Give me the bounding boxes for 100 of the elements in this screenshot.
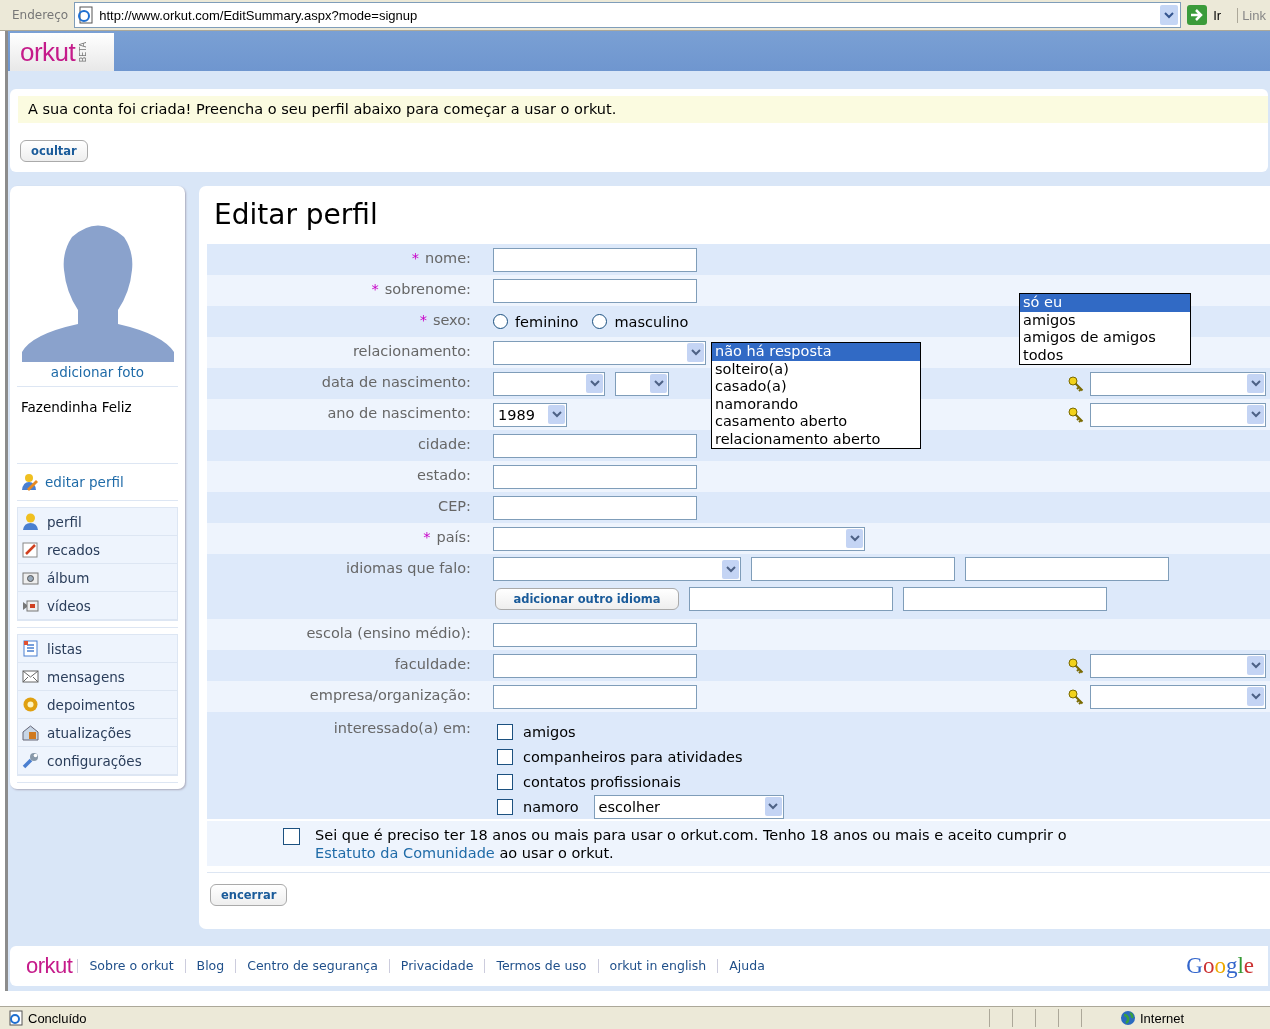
text-field[interactable] [493,622,697,647]
footer-link[interactable]: Sobre o orkut [77,959,185,973]
orkut-logo[interactable]: orkut [26,953,73,979]
checkbox-option[interactable]: namoro [497,798,579,815]
community-rules-link[interactable]: Estatuto da Comunidade [315,845,495,861]
listbox-option[interactable]: relacionamento aberto [712,430,920,448]
key-icon [1068,375,1084,392]
dropdown[interactable] [493,371,605,396]
address-field[interactable]: http://www.orkut.com/EditSummary.aspx?mode=signup [74,2,1182,28]
language-dropdown[interactable] [493,557,741,581]
beta-label: BETA [79,41,89,63]
key-icon [1068,657,1084,674]
privacy-dropdown[interactable] [1090,653,1266,678]
text-field[interactable] [493,653,697,678]
radio-option[interactable]: feminino [493,313,579,330]
url-text: http://www.orkut.com/EditSummary.aspx?mode=signup [99,7,419,23]
edit-profile-link[interactable]: editar perfil [17,470,178,494]
envelope-icon [22,668,39,685]
footer-link[interactable]: orkut in english [597,959,718,973]
text-field[interactable] [751,557,955,581]
agreement-checkbox[interactable] [283,828,300,845]
key-icon [1068,406,1084,423]
sidebar-item[interactable]: listas [18,635,177,663]
dropdown[interactable]: escolher [593,794,784,819]
notice-message: A sua conta foi criada! Preencha o seu perfil abaixo para começar a usar o orkut. [18,96,1268,123]
listbox-option[interactable]: casado(a) [712,378,920,396]
chevron-down-icon[interactable] [1160,5,1179,25]
sidebar-item[interactable]: recados [18,536,177,564]
field-label: data de nascimento: [320,373,472,392]
user-name: Fazendinha Feliz [20,398,133,417]
orkut-logo: orkut [20,36,76,68]
text-field[interactable] [493,278,697,303]
video-camera-icon [22,597,39,614]
chevron-down-icon [1250,662,1261,669]
add-language-button[interactable]: adicionar outro idioma [495,588,679,610]
listbox-option[interactable]: todos [1020,346,1190,364]
wrench-icon [22,752,39,769]
chevron-down-icon [551,411,562,418]
field-label: idiomas que falo: [345,559,472,578]
sidebar-item[interactable]: depoimentos [18,691,177,719]
radio-option[interactable]: masculino [592,313,689,330]
dropdown[interactable] [493,340,706,365]
listbox-option[interactable]: solteiro(a) [712,360,920,378]
camera-icon [22,569,39,586]
text-field[interactable] [493,495,697,520]
notepad-icon [22,541,39,558]
sidebar-item[interactable]: álbum [18,564,177,592]
logo-tab[interactable]: orkut BETA [10,33,114,71]
relationship-listbox[interactable]: não há resposta solteiro(a) casado(a) namorando casamento aberto relacionamento aberto [711,342,921,449]
text-field[interactable] [965,557,1169,581]
text-field[interactable] [903,587,1107,611]
text-field[interactable] [493,247,697,272]
status-text: Concluído [28,1010,88,1026]
listbox-option[interactable]: amigos [1020,311,1190,329]
listbox-option[interactable]: amigos de amigos [1020,329,1190,347]
privacy-dropdown[interactable] [1090,402,1266,427]
footer-link[interactable]: Termos de uso [484,959,598,973]
google-logo[interactable]: Google [1186,953,1254,979]
privacy-dropdown[interactable] [1090,684,1266,709]
text-field[interactable] [493,464,697,489]
sidebar-item[interactable]: perfil [18,508,177,536]
listbox-option[interactable]: não há resposta [712,343,920,361]
field-label: escola (ensino médio): [305,624,472,643]
address-label: Endereço [11,8,70,22]
footer-link[interactable]: Privacidade [388,959,485,973]
privacy-dropdown[interactable] [1090,371,1266,396]
checkbox-option[interactable]: contatos profissionais [497,773,681,790]
sidebar-item[interactable]: vídeos [18,592,177,620]
person-icon [22,513,39,530]
footer-link[interactable]: Centro de segurança [235,959,389,973]
sidebar-item[interactable]: configurações [18,747,177,775]
listbox-option[interactable]: namorando [712,395,920,413]
chevron-down-icon [653,380,664,387]
chevron-down-icon [725,565,736,573]
gear-icon [22,696,39,713]
chevron-down-icon [589,380,600,387]
field-label: interessado(a) em: [332,719,472,738]
footer-link[interactable]: Blog [184,959,236,973]
listbox-option[interactable]: casamento aberto [712,413,920,431]
hide-button[interactable]: ocultar [20,140,88,162]
text-field[interactable] [493,433,697,458]
checkbox-option[interactable]: amigos [497,723,576,740]
page-title: Editar perfil [214,198,379,231]
checkbox-option[interactable]: companheiros para atividades [497,748,743,765]
list-icon [22,640,39,657]
year-dropdown[interactable]: 1989 [493,402,567,427]
finish-button[interactable]: encerrar [210,884,288,906]
country-dropdown[interactable] [493,526,865,551]
text-field[interactable] [493,684,697,709]
text-field[interactable] [689,587,893,611]
footer-link[interactable]: Ajuda [717,959,776,973]
house-icon [22,724,39,741]
privacy-listbox[interactable]: só eu amigos amigos de amigos todos [1019,293,1191,365]
dropdown[interactable] [615,371,669,396]
add-photo-link[interactable]: adicionar foto [50,364,145,380]
sidebar-item[interactable]: mensagens [18,663,177,691]
go-button[interactable]: Ir [1185,5,1238,25]
listbox-option[interactable]: só eu [1020,294,1190,312]
chevron-down-icon [690,349,701,356]
sidebar-item[interactable]: atualizações [18,719,177,747]
